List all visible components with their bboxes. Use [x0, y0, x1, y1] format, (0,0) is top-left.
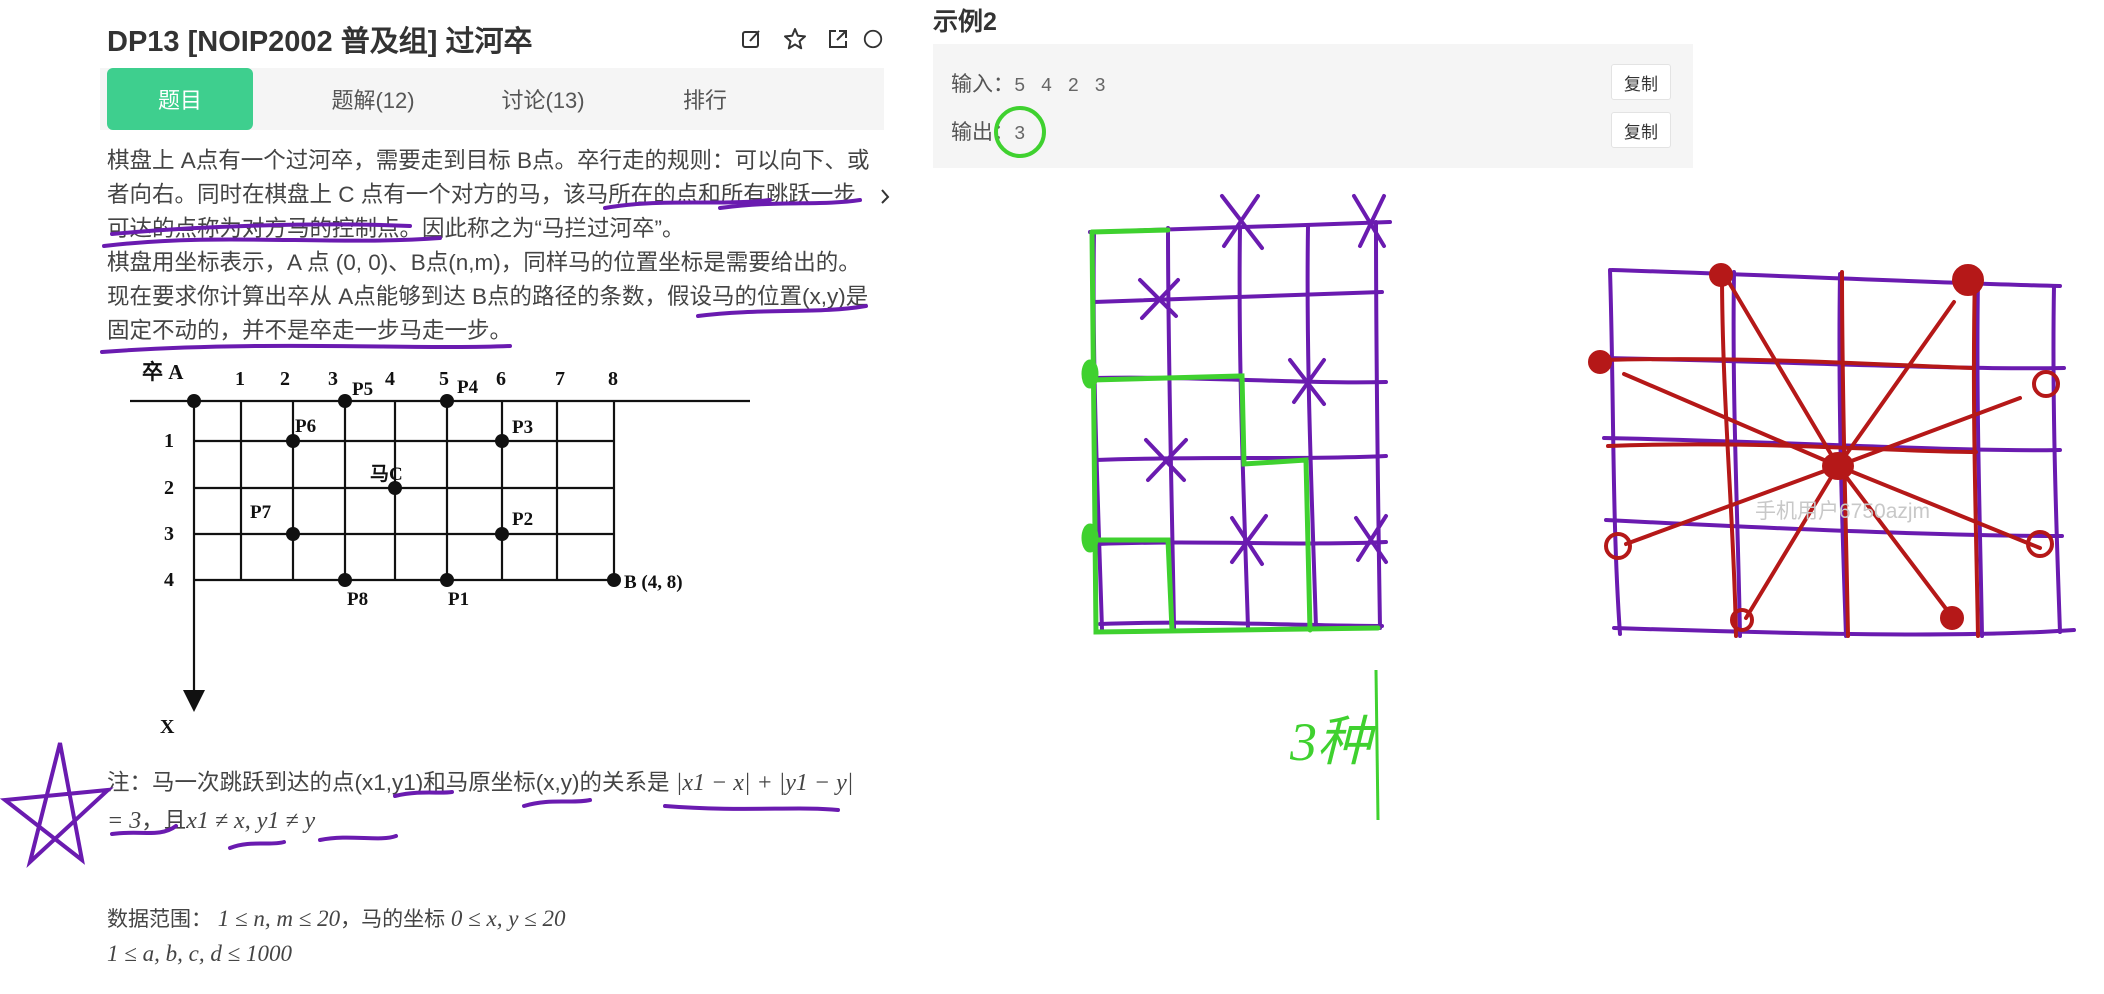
answer-text: 3种 — [1289, 712, 1377, 772]
path-grid-sketch — [1088, 194, 1392, 632]
green-paths-sketch — [1081, 227, 1381, 635]
output-circle — [994, 106, 1046, 158]
answer-annotation: 3种 — [1289, 669, 1380, 821]
watermark: 手机用户6750azjm — [1755, 500, 1931, 523]
